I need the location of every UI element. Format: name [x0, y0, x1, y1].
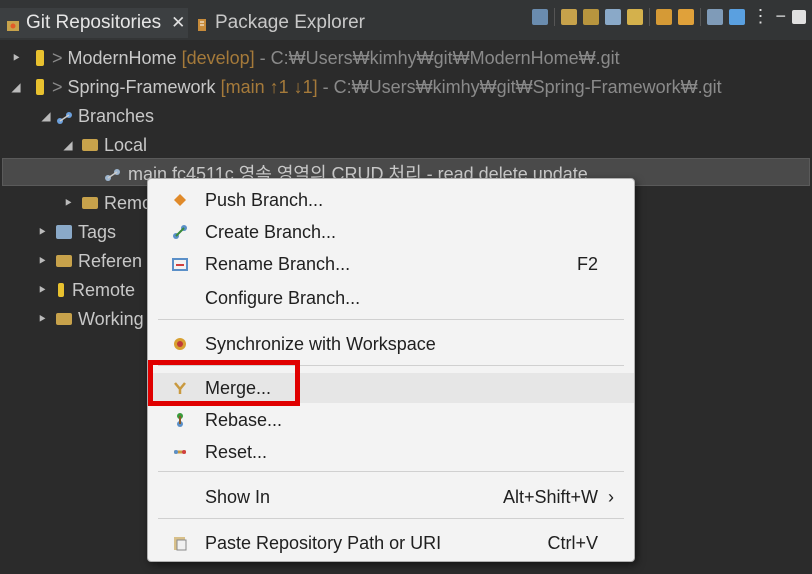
menu-item-synchronize[interactable]: Synchronize with Workspace — [148, 329, 634, 359]
remotes-label: Remote — [72, 279, 136, 300]
menu-item-create-branch[interactable]: Create Branch... — [148, 217, 634, 247]
folder-icon — [56, 255, 72, 267]
sync-icon — [172, 336, 188, 352]
tree-node-working-tree[interactable]: ⯈ Working — [36, 305, 144, 333]
expand-icon[interactable]: ⯈ — [36, 254, 48, 269]
tree-node-branches[interactable]: ◢ Branches — [40, 102, 154, 130]
menu-item-show-in[interactable]: Show In Alt+Shift+W › — [148, 482, 634, 512]
collapse-icon[interactable]: ◢ — [10, 80, 22, 94]
expand-icon[interactable]: ⯈ — [36, 312, 48, 327]
rename-icon — [172, 256, 188, 272]
menu-item-push-branch[interactable]: Push Branch... — [148, 185, 634, 215]
repo-path: - C:₩Users₩kimhy₩git₩ModernHome₩.git — [259, 47, 620, 68]
create-repository-icon[interactable] — [605, 8, 622, 25]
toolbar-separator — [649, 7, 651, 26]
folder-icon — [82, 197, 98, 209]
expand-icon[interactable]: ⯈ — [36, 225, 48, 240]
create-branch-icon — [172, 224, 188, 240]
paste-icon — [172, 535, 188, 551]
menu-separator — [158, 319, 624, 320]
branches-icon — [56, 109, 74, 124]
view-menu-icon[interactable] — [707, 8, 724, 25]
repo-path: - C:₩Users₩kimhy₩git₩Spring-Framework₩.g… — [322, 76, 722, 97]
tree-node-local[interactable]: ◢ Local — [62, 131, 147, 159]
tab-package-explorer-label: Package Explorer — [215, 12, 365, 33]
tree-node-remote-tracking[interactable]: ⯈ Remo — [62, 189, 152, 217]
fetch-icon[interactable] — [656, 8, 673, 25]
branch-icon — [104, 166, 122, 181]
toolbar-separator — [554, 7, 556, 26]
shortcut-label: Alt+Shift+W — [502, 486, 598, 507]
rebase-icon — [172, 412, 188, 428]
remotes-icon — [58, 283, 64, 297]
working-label: Working — [78, 308, 144, 329]
clone-repository-icon[interactable] — [583, 8, 600, 25]
expand-icon[interactable]: ⯈ — [36, 283, 48, 298]
tree-node-references[interactable]: ⯈ Referen — [36, 247, 142, 275]
tree-node-tags[interactable]: ⯈ Tags — [36, 218, 116, 246]
repository-icon — [36, 79, 44, 95]
menu-item-reset[interactable]: Reset... — [148, 437, 634, 467]
menu-separator — [158, 471, 624, 472]
repo-branch: [main ↑1 ↓1] — [220, 76, 318, 97]
tags-icon — [56, 225, 72, 239]
push-icon — [172, 192, 188, 208]
pull-icon[interactable] — [678, 8, 695, 25]
shortcut-label: Ctrl+V — [547, 532, 598, 553]
view-tab-bar: Git Repositories ✕ Package Explorer ⋮ − — [0, 0, 812, 40]
import-repository-icon[interactable] — [627, 8, 644, 25]
tags-label: Tags — [78, 221, 117, 242]
remote-label: Remo — [104, 192, 153, 213]
reset-icon — [172, 444, 188, 460]
references-label: Referen — [78, 250, 143, 271]
submenu-arrow-icon: › — [608, 486, 614, 507]
expand-icon[interactable]: ⯈ — [62, 196, 74, 211]
collapse-icon[interactable]: ◢ — [62, 138, 74, 152]
link-with-selection-icon[interactable] — [729, 8, 746, 25]
maximize-icon[interactable] — [792, 9, 806, 24]
local-label: Local — [104, 134, 148, 155]
menu-item-rebase[interactable]: Rebase... — [148, 405, 634, 435]
repo-branch: [develop] — [181, 47, 255, 68]
folder-icon — [82, 139, 98, 151]
tree-node-modernhome[interactable]: ⯈ > ModernHome [develop] - C:₩Users₩kimh… — [10, 44, 620, 72]
more-options-icon[interactable]: ⋮ — [751, 6, 769, 27]
collapse-icon[interactable]: ◢ — [40, 109, 52, 123]
menu-item-configure-branch[interactable]: Configure Branch... — [148, 283, 634, 313]
close-tab-icon[interactable]: ✕ — [171, 13, 185, 33]
repo-name: ModernHome — [67, 47, 177, 68]
tab-git-repositories-label: Git Repositories — [26, 12, 162, 33]
add-repository-icon[interactable] — [561, 8, 578, 25]
tree-node-remotes[interactable]: ⯈ Remote — [36, 276, 135, 304]
menu-item-paste-repository-path[interactable]: Paste Repository Path or URI Ctrl+V — [148, 528, 634, 558]
branches-label: Branches — [78, 105, 155, 126]
menu-item-rename-branch[interactable]: Rename Branch... F2 — [148, 249, 634, 279]
tab-git-repositories[interactable]: Git Repositories ✕ — [0, 8, 188, 38]
package-explorer-icon — [195, 16, 209, 31]
tree-node-spring-framework[interactable]: ◢ > Spring-Framework [main ↑1 ↓1] - C:₩U… — [10, 73, 722, 101]
minimize-icon[interactable]: − — [775, 6, 786, 27]
shortcut-label: F2 — [576, 253, 598, 274]
view-toolbar: ⋮ − — [532, 6, 806, 27]
git-repositories-icon — [6, 16, 20, 31]
repository-icon — [36, 50, 44, 66]
menu-separator — [158, 518, 624, 519]
collapse-all-icon[interactable] — [532, 8, 549, 25]
toolbar-separator — [700, 7, 702, 26]
merge-highlight-box — [148, 360, 300, 406]
tab-package-explorer[interactable]: Package Explorer — [195, 8, 365, 38]
folder-icon — [56, 313, 72, 325]
repo-name: Spring-Framework — [67, 76, 216, 97]
expand-icon[interactable]: ⯈ — [10, 51, 22, 66]
